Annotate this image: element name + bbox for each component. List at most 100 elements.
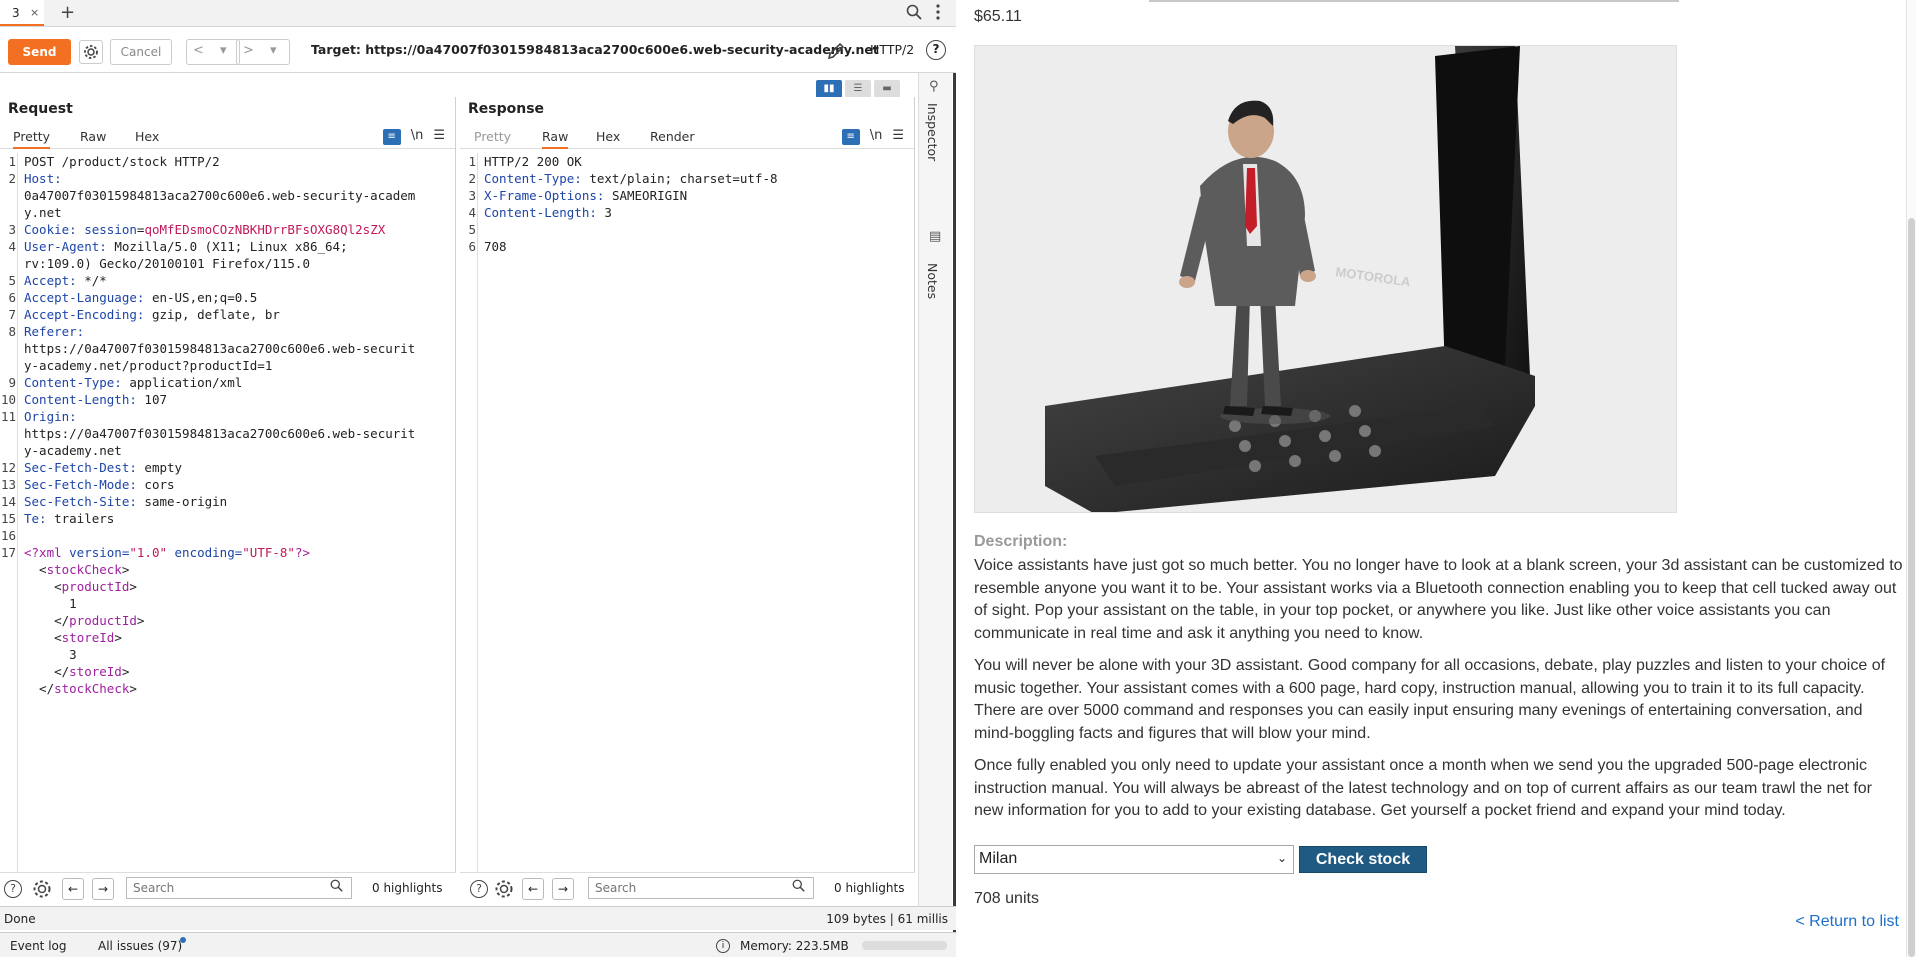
next-match-arrow-icon[interactable]: → bbox=[92, 878, 114, 900]
close-tab-icon[interactable]: × bbox=[30, 6, 39, 19]
search-input[interactable] bbox=[588, 877, 814, 899]
code-token: application/xml bbox=[129, 375, 243, 390]
line-content: 708 bbox=[484, 238, 507, 255]
layout-stacked-icon[interactable]: ☰ bbox=[845, 80, 871, 98]
settings-gear-icon[interactable] bbox=[494, 879, 514, 902]
previous-match-arrow-icon[interactable]: ← bbox=[62, 878, 84, 900]
info-icon: i bbox=[716, 939, 730, 953]
line-content: Content-Type: text/plain; charset=utf-8 bbox=[484, 170, 778, 187]
code-token: y-academy.net/product?productId=1 bbox=[24, 358, 273, 373]
code-token: User-Agent: bbox=[24, 239, 115, 254]
code-token: Accept-Language: bbox=[24, 290, 152, 305]
code-token: gzip, deflate, br bbox=[151, 307, 280, 322]
code-token: <?xml bbox=[24, 545, 70, 560]
tab-render[interactable]: Render bbox=[650, 129, 695, 144]
kebab-menu-icon[interactable] bbox=[935, 4, 941, 24]
request-editor[interactable]: 1 POST /product/stock HTTP/2 2 Host: 0a47007… bbox=[0, 153, 455, 872]
show-newlines-icon[interactable]: \n bbox=[870, 128, 883, 143]
response-search-bar: ? ← → 0 highlights bbox=[460, 872, 915, 902]
line-content: rv:109.0) Gecko/20100101 Firefox/115.0 bbox=[24, 255, 310, 272]
code-token: 708 bbox=[484, 239, 507, 254]
notes-icon[interactable]: ▤ bbox=[929, 229, 941, 244]
wrap-lines-icon[interactable]: ≡ bbox=[841, 129, 860, 145]
tab-bar: 3 × + bbox=[0, 0, 956, 27]
tab-hex[interactable]: Hex bbox=[596, 129, 620, 144]
response-title: Response bbox=[468, 101, 545, 117]
previous-match-arrow-icon[interactable]: ← bbox=[522, 878, 544, 900]
response-editor[interactable]: 1 HTTP/2 200 OK 2 Content-Type: text/plain;… bbox=[460, 153, 914, 872]
line-content: Host: bbox=[24, 170, 62, 187]
help-icon[interactable]: ? bbox=[470, 880, 488, 898]
line-content: <storeId> bbox=[24, 629, 122, 646]
line-number: 9 bbox=[8, 375, 16, 390]
line-number: 5 bbox=[8, 273, 16, 288]
search-icon bbox=[792, 879, 805, 896]
code-token: SAMEORIGIN bbox=[611, 188, 688, 203]
tab-hex[interactable]: Hex bbox=[135, 129, 159, 144]
settings-gear-icon[interactable] bbox=[79, 40, 103, 64]
code-token: Content-Type: bbox=[484, 171, 590, 186]
line-number: 1 bbox=[468, 154, 476, 169]
history-forward-button[interactable]: > ▾ bbox=[236, 39, 290, 65]
cancel-button[interactable]: Cancel bbox=[110, 39, 172, 65]
return-to-list-link[interactable]: < Return to list bbox=[1795, 913, 1899, 931]
edit-target-pencil-icon[interactable] bbox=[826, 41, 846, 64]
event-log-link[interactable]: Event log bbox=[10, 939, 66, 953]
show-newlines-icon[interactable]: \n bbox=[411, 128, 424, 143]
history-back-button[interactable]: < ▾ bbox=[186, 39, 240, 65]
send-button[interactable]: Send bbox=[8, 39, 71, 65]
memory-bar bbox=[862, 941, 947, 950]
line-gutter bbox=[460, 153, 478, 872]
code-token: en-US,en;q=0.5 bbox=[151, 290, 258, 305]
code-token: < bbox=[24, 579, 62, 594]
tab-pretty[interactable]: Pretty bbox=[13, 129, 51, 149]
code-token: qoMfEDsmoCOzNBKHDrrBFsOXG8Ql2sZX bbox=[144, 222, 386, 237]
line-content: Accept-Encoding: gzip, deflate, br bbox=[24, 306, 280, 323]
code-token: version= bbox=[69, 545, 130, 560]
wrap-lines-icon[interactable]: ≡ bbox=[382, 129, 401, 145]
page-scrollbar[interactable] bbox=[1906, 0, 1916, 957]
notes-tab[interactable]: Notes bbox=[925, 263, 940, 299]
menu-icon[interactable]: ☰ bbox=[892, 128, 904, 143]
tab-pretty[interactable]: Pretty bbox=[474, 129, 511, 144]
highlights-count: 0 highlights bbox=[372, 881, 443, 895]
footer-bar: Event log All issues (97) i Memory: 223.… bbox=[0, 932, 956, 957]
help-icon[interactable]: ? bbox=[4, 880, 22, 898]
line-content: Accept-Language: en-US,en;q=0.5 bbox=[24, 289, 257, 306]
check-stock-button[interactable]: Check stock bbox=[1299, 846, 1427, 873]
next-match-arrow-icon[interactable]: → bbox=[552, 878, 574, 900]
add-tab-icon[interactable]: + bbox=[60, 2, 75, 23]
code-token: Referer: bbox=[24, 324, 85, 339]
code-token: < bbox=[24, 630, 62, 645]
line-content: </storeId> bbox=[24, 663, 129, 680]
menu-icon[interactable]: ☰ bbox=[433, 128, 445, 143]
help-icon[interactable]: ? bbox=[926, 40, 946, 60]
chevron-down-icon: ⌄ bbox=[1276, 851, 1287, 865]
search-icon[interactable] bbox=[906, 4, 922, 24]
all-issues-link[interactable]: All issues (97) bbox=[98, 939, 182, 953]
line-number: 17 bbox=[0, 545, 16, 560]
code-token: text/plain; charset=utf-8 bbox=[589, 171, 778, 186]
stock-result: 708 units bbox=[974, 890, 1039, 907]
code-token: > bbox=[129, 681, 137, 696]
inspector-icon[interactable]: ⚲ bbox=[929, 79, 939, 94]
store-select[interactable]: Milan ⌄ bbox=[974, 845, 1294, 874]
search-input[interactable] bbox=[126, 877, 352, 899]
layout-side-by-side-icon[interactable]: ▮▮ bbox=[816, 80, 842, 98]
layout-tabbed-icon[interactable]: ▬ bbox=[874, 80, 900, 98]
layout-toggle: ▮▮ ☰ ▬ bbox=[816, 80, 903, 98]
inspector-tab[interactable]: Inspector bbox=[925, 103, 940, 161]
code-token: https://0a47007f03015984813aca2700c600e6… bbox=[24, 341, 416, 356]
line-content: Origin: bbox=[24, 408, 77, 425]
protocol-label[interactable]: HTTP/2 bbox=[870, 42, 914, 57]
line-content: 0a47007f03015984813aca2700c600e6.web-sec… bbox=[24, 187, 415, 204]
tab-raw[interactable]: Raw bbox=[542, 129, 569, 149]
line-content: User-Agent: Mozilla/5.0 (X11; Linux x86_… bbox=[24, 238, 348, 255]
settings-gear-icon[interactable] bbox=[32, 879, 52, 902]
code-token: stockCheck bbox=[54, 681, 130, 696]
scrollbar-thumb[interactable] bbox=[1908, 218, 1915, 957]
repeater-tab-3[interactable]: 3 × bbox=[0, 0, 44, 26]
description-label: Description: bbox=[974, 533, 1068, 550]
tab-raw[interactable]: Raw bbox=[80, 129, 106, 144]
burp-repeater-panel: 3 × + Send Cancel < ▾ > ▾ Target: https:… bbox=[0, 0, 956, 957]
